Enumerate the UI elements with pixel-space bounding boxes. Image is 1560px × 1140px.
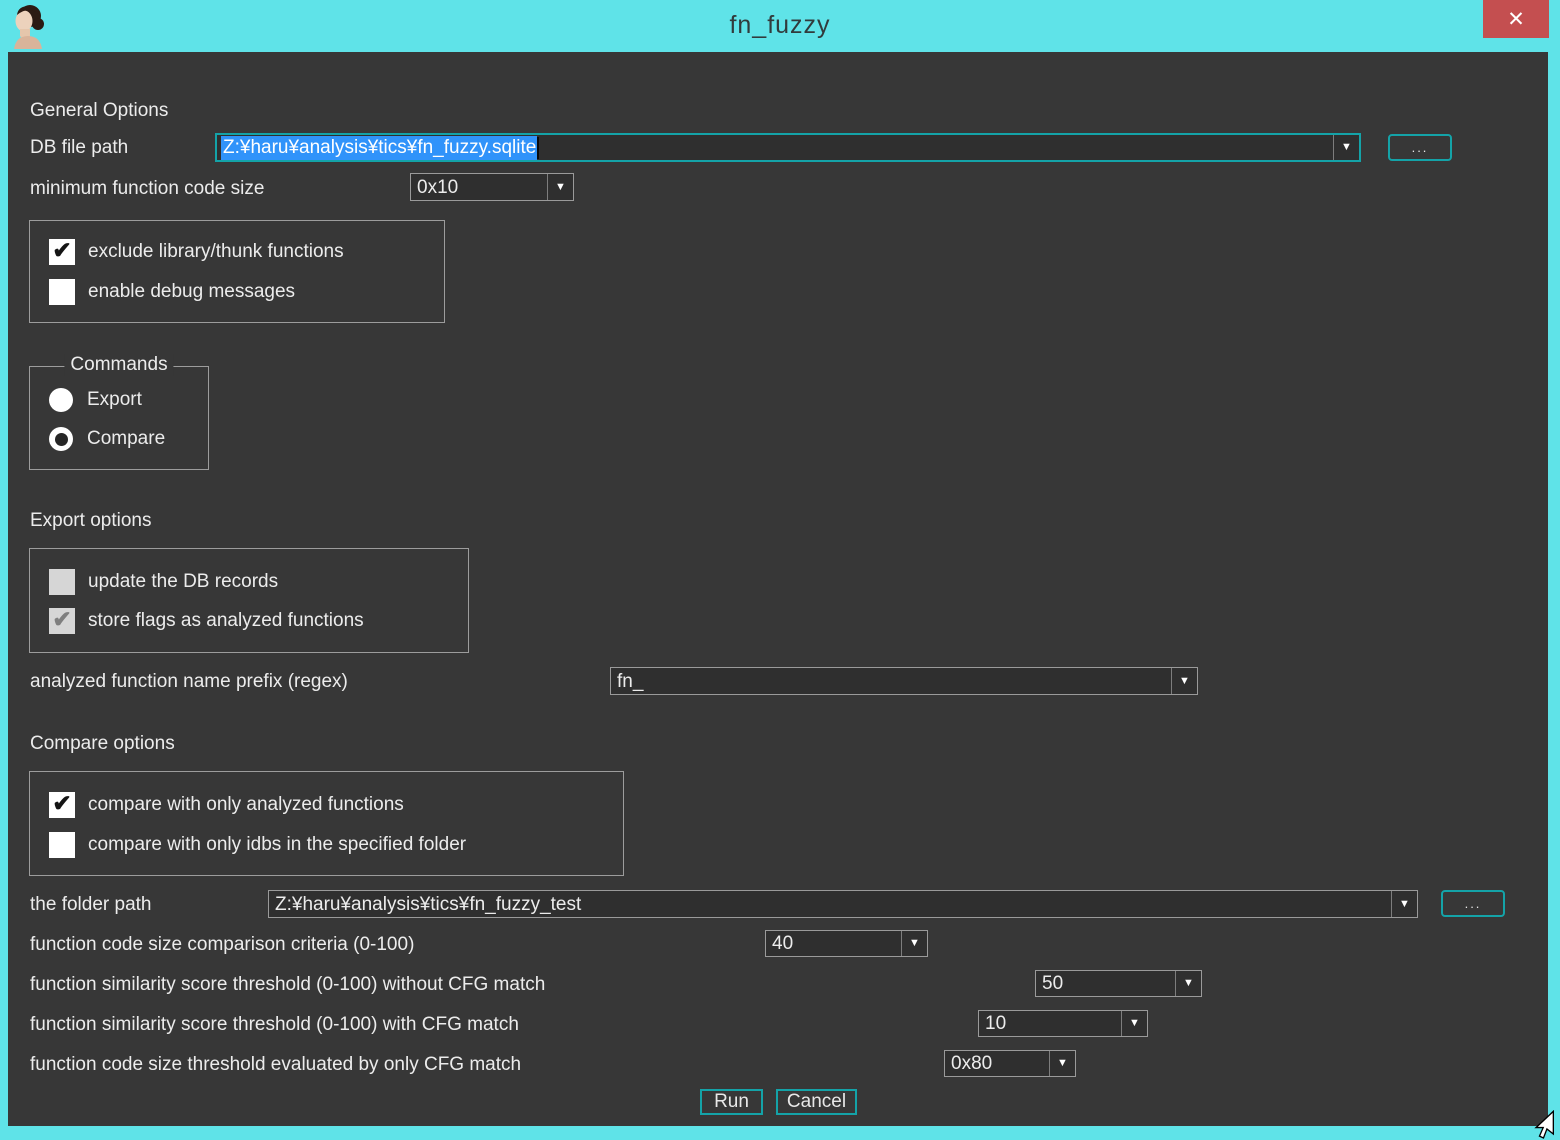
threshold-with-cfg-value: 10: [979, 1014, 1006, 1033]
checkbox-row: ✔ update the DB records: [49, 569, 278, 595]
window-title: fn_fuzzy: [0, 11, 1560, 40]
chevron-down-icon[interactable]: ▼: [1171, 668, 1197, 694]
checkbox-exclude-library-thunk[interactable]: ✔: [49, 239, 75, 265]
radio-label: Export: [87, 389, 142, 411]
min-code-size-value: 0x10: [411, 178, 458, 197]
checkbox-update-db-records[interactable]: ✔: [49, 569, 75, 595]
threshold-with-cfg-label: function similarity score threshold (0-1…: [30, 1013, 519, 1037]
criteria-label: function code size comparison criteria (…: [30, 933, 414, 957]
check-icon: ✔: [52, 608, 71, 631]
checkbox-compare-idbs-folder[interactable]: ✔: [49, 832, 75, 858]
checkbox-label: compare with only idbs in the specified …: [88, 834, 466, 856]
checkbox-row: ✔ exclude library/thunk functions: [49, 239, 344, 265]
chevron-down-icon[interactable]: ▼: [901, 931, 927, 956]
checkbox-row: ✔ compare with only analyzed functions: [49, 792, 404, 818]
prefix-value: fn_: [611, 672, 643, 691]
check-icon: ✔: [52, 792, 71, 815]
commands-legend: Commands: [64, 354, 173, 376]
chevron-down-icon[interactable]: ▼: [1333, 135, 1359, 160]
criteria-value: 40: [766, 934, 793, 953]
dropdown-min-code-size[interactable]: 0x10 ▼: [410, 173, 574, 201]
browse-folder-button[interactable]: ...: [1441, 890, 1505, 917]
close-icon: ✕: [1507, 7, 1525, 32]
cancel-button[interactable]: Cancel: [776, 1089, 857, 1115]
mouse-cursor-icon: [1524, 1110, 1556, 1140]
dropdown-criteria[interactable]: 40 ▼: [765, 930, 928, 957]
export-checkbox-group: ✔ update the DB records ✔ store flags as…: [29, 548, 469, 653]
fn-fuzzy-dialog: fn_fuzzy ✕ General Options DB file path …: [0, 0, 1560, 1140]
checkbox-compare-analyzed-only[interactable]: ✔: [49, 792, 75, 818]
threshold-without-cfg-label: function similarity score threshold (0-1…: [30, 973, 545, 997]
chevron-down-icon[interactable]: ▼: [1175, 971, 1201, 996]
dropdown-size-threshold-cfg[interactable]: 0x80 ▼: [944, 1050, 1076, 1077]
chevron-down-icon[interactable]: ▼: [547, 174, 573, 200]
dropdown-threshold-with-cfg[interactable]: 10 ▼: [978, 1010, 1148, 1037]
combobox-db-file-path[interactable]: Z:¥haru¥analysis¥tics¥fn_fuzzy.sqlite ▼: [215, 133, 1361, 162]
general-checkbox-group: ✔ exclude library/thunk functions ✔ enab…: [29, 220, 445, 323]
dropdown-threshold-without-cfg[interactable]: 50 ▼: [1035, 970, 1202, 997]
text-caret: [537, 137, 539, 159]
radio-row: Export: [49, 388, 142, 412]
size-threshold-cfg-label: function code size threshold evaluated b…: [30, 1053, 521, 1077]
checkbox-label: enable debug messages: [88, 281, 295, 303]
browse-db-button[interactable]: ...: [1388, 134, 1452, 161]
combobox-folder-path[interactable]: Z:¥haru¥analysis¥tics¥fn_fuzzy_test ▼: [268, 890, 1418, 918]
check-icon: ✔: [52, 239, 71, 262]
db-file-path-value: Z:¥haru¥analysis¥tics¥fn_fuzzy.sqlite: [221, 136, 537, 160]
prefix-label: analyzed function name prefix (regex): [30, 670, 348, 694]
radio-label: Compare: [87, 428, 165, 450]
radio-dot-icon: [55, 433, 68, 446]
radio-export[interactable]: [49, 388, 73, 412]
checkbox-row: ✔ enable debug messages: [49, 279, 295, 305]
general-options-heading: General Options: [30, 99, 168, 123]
run-button[interactable]: Run: [700, 1089, 763, 1115]
compare-checkbox-group: ✔ compare with only analyzed functions ✔…: [29, 771, 624, 876]
chevron-down-icon[interactable]: ▼: [1391, 891, 1417, 917]
size-threshold-cfg-value: 0x80: [945, 1054, 992, 1073]
close-button[interactable]: ✕: [1483, 0, 1549, 38]
checkbox-enable-debug[interactable]: ✔: [49, 279, 75, 305]
commands-group: Commands Export Compare: [29, 366, 209, 470]
compare-options-heading: Compare options: [30, 732, 175, 756]
export-options-heading: Export options: [30, 509, 151, 533]
folder-path-value: Z:¥haru¥analysis¥tics¥fn_fuzzy_test: [269, 895, 581, 914]
title-bar: fn_fuzzy ✕: [0, 0, 1560, 52]
checkbox-row: ✔ store flags as analyzed functions: [49, 608, 364, 634]
checkbox-row: ✔ compare with only idbs in the specifie…: [49, 832, 466, 858]
checkbox-store-flags-analyzed[interactable]: ✔: [49, 608, 75, 634]
min-code-size-label: minimum function code size: [30, 177, 264, 201]
threshold-without-cfg-value: 50: [1036, 974, 1063, 993]
checkbox-label: store flags as analyzed functions: [88, 610, 364, 632]
checkbox-label: update the DB records: [88, 571, 278, 593]
radio-row: Compare: [49, 427, 165, 451]
combobox-prefix[interactable]: fn_ ▼: [610, 667, 1198, 695]
checkbox-label: compare with only analyzed functions: [88, 794, 404, 816]
radio-compare[interactable]: [49, 427, 73, 451]
folder-path-label: the folder path: [30, 893, 151, 917]
checkbox-label: exclude library/thunk functions: [88, 241, 344, 263]
chevron-down-icon[interactable]: ▼: [1049, 1051, 1075, 1076]
db-file-path-label: DB file path: [30, 136, 128, 160]
chevron-down-icon[interactable]: ▼: [1121, 1011, 1147, 1036]
